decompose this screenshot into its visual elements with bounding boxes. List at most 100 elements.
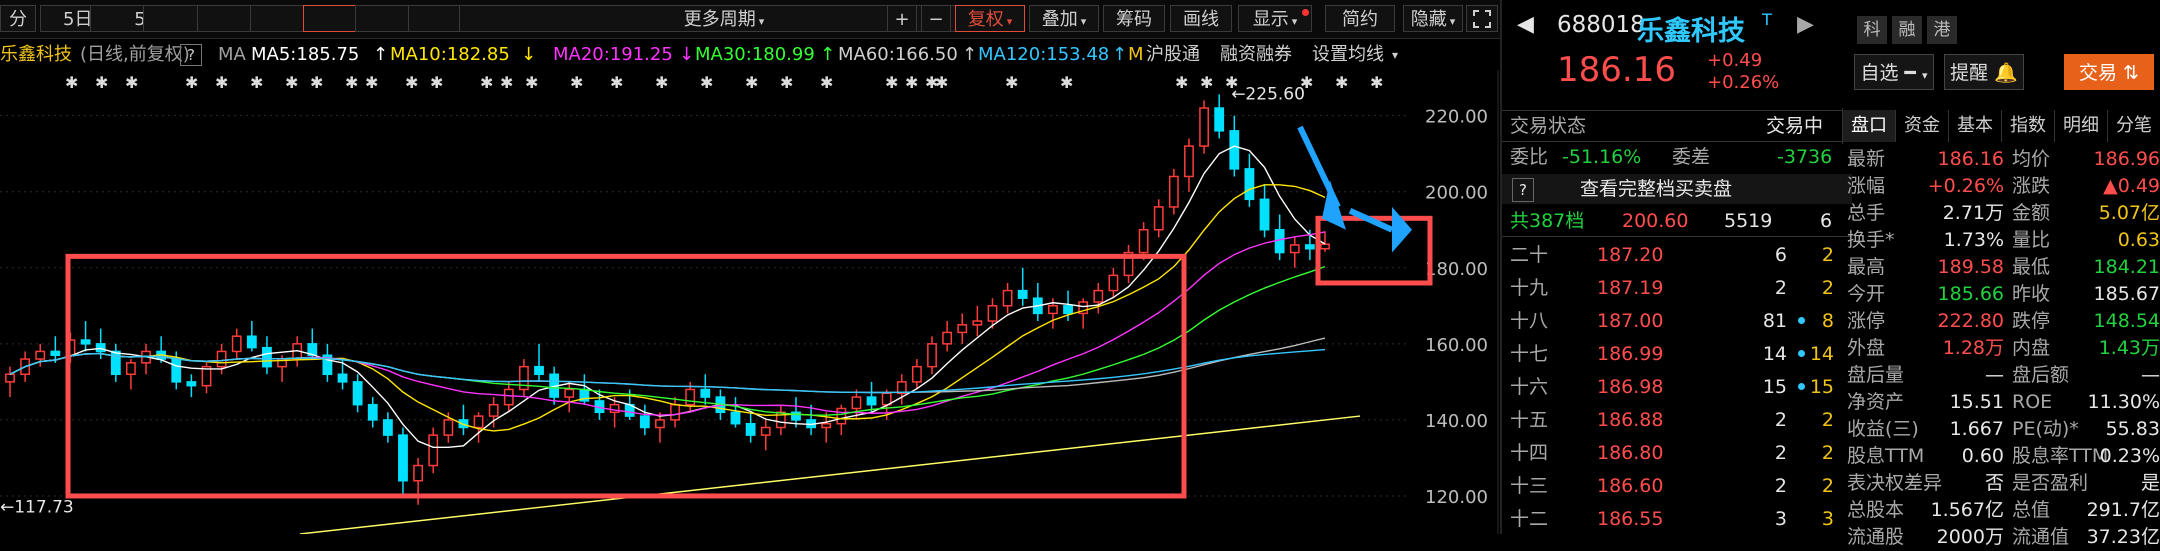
prev-stock-icon[interactable]: ◀ <box>1517 12 1534 37</box>
hgt-link[interactable]: 沪股通 <box>1146 40 1200 70</box>
candle <box>367 403 378 421</box>
tag-star-market[interactable]: 科 <box>1857 16 1887 44</box>
order-book-row[interactable]: 十五 186.88 2 2 <box>1502 405 1852 435</box>
order-summary-row: 共387档 200.60 5519 6 <box>1502 206 1852 237</box>
event-marker: ✱ <box>345 73 358 92</box>
candle <box>836 407 847 425</box>
candle <box>1304 244 1315 250</box>
high-annotation: ←225.60 <box>1231 84 1305 104</box>
candle <box>685 388 696 406</box>
y-tick-label: 180.00 <box>1425 259 1488 280</box>
candle <box>972 320 983 326</box>
event-marker: ✱ <box>1175 73 1188 92</box>
event-marker: ✱ <box>365 73 378 92</box>
tool-5-button[interactable]: 简约 <box>1325 5 1395 32</box>
ma30-value: MA30:180.99 <box>695 44 815 65</box>
event-marker: ✱ <box>610 73 623 92</box>
tab-2[interactable]: 基本 <box>1949 110 2002 142</box>
candle <box>1017 289 1028 299</box>
ma-settings-link[interactable]: 设置均线 <box>1312 40 1384 70</box>
event-marker: ✱ <box>905 73 918 92</box>
tool-1-button[interactable]: 叠加 ▾ <box>1029 5 1099 32</box>
order-book-row[interactable]: 十三 186.60 2 2 <box>1502 471 1852 501</box>
full-book-row[interactable]: ? 查看完整档买卖盘 <box>1502 174 1852 204</box>
event-marker: ✱ <box>700 73 713 92</box>
tab-5[interactable]: 分笔 <box>2108 110 2160 142</box>
candle <box>881 392 892 406</box>
candle <box>428 434 439 467</box>
candle <box>5 373 15 383</box>
ma120-value: MA120:153.48 <box>978 44 1110 65</box>
price-change: +0.49 <box>1707 50 1763 71</box>
arrow-up-icon: ↑ <box>962 44 978 65</box>
t-mark: T <box>1762 10 1772 29</box>
chevron-down-icon[interactable]: ▾ <box>1392 40 1398 70</box>
order-book-row[interactable]: 二十 187.20 6 2 <box>1502 240 1852 270</box>
tool-6-button[interactable]: 隐藏 ▾ <box>1403 5 1463 32</box>
y-tick-label: 140.00 <box>1425 411 1488 432</box>
watchlist-button[interactable]: 自选 ━ ▾ <box>1854 54 1934 90</box>
chevron-down-icon: ▾ <box>1449 15 1456 28</box>
candle <box>760 426 771 436</box>
chart-mode-label: (日线,前复权) <box>80 44 190 65</box>
order-book-row[interactable]: 十九 187.19 2 2 <box>1502 273 1852 303</box>
chevron-down-icon: ▾ <box>1291 15 1298 28</box>
order-book-row[interactable]: 十二 186.55 3 3 <box>1502 504 1852 534</box>
trade-button[interactable]: 交易 ⇅ <box>2064 54 2154 90</box>
period-0-button[interactable]: 分 <box>0 5 36 32</box>
alert-button[interactable]: 提醒 🔔 <box>1944 54 2024 90</box>
fullscreen-icon[interactable] <box>1466 5 1498 32</box>
tool-3-button[interactable]: 画线 <box>1170 5 1232 32</box>
event-marker: ✱ <box>1370 73 1383 92</box>
candle <box>1289 244 1300 254</box>
tab-0[interactable]: 盘口 <box>1843 110 1896 142</box>
zoom-out-button[interactable]: − <box>921 5 951 32</box>
margin-link[interactable]: 融资融券 <box>1220 40 1292 70</box>
bell-icon: 🔔 <box>1994 62 2018 84</box>
order-book-row[interactable]: 十四 186.80 2 2 <box>1502 438 1852 468</box>
order-book-row[interactable]: 十六 186.98 15 15 <box>1502 372 1852 402</box>
notify-dot <box>1302 9 1309 16</box>
ma10-value: MA10:182.85 <box>390 44 510 65</box>
order-ratio-row: 委比 -51.16% 委差 -3736 <box>1510 146 1833 168</box>
trade-status-row: 交易状态 交易中 <box>1502 110 1852 142</box>
tool-4-button[interactable]: 显示 ▾ <box>1238 5 1312 32</box>
quote-grid-row: 流通股 2000万 流通值 37.23亿 <box>1847 526 2160 548</box>
tab-1[interactable]: 资金 <box>1896 110 1949 142</box>
quote-grid-row: 股息TTM 0.60 股息率TTM 0.23% <box>1847 445 2160 467</box>
ma-label[interactable]: MA <box>218 40 246 70</box>
ma30-line <box>9 265 1326 416</box>
candle <box>639 415 650 429</box>
candle <box>942 331 953 345</box>
candle <box>534 365 544 376</box>
event-marker: ✱ <box>885 73 898 92</box>
kline-chart[interactable]: 220.00 200.00 180.00 160.00 140.00 120.00 ✱ ✱ ✱ ✱… <box>0 70 1500 534</box>
panel-tabs: 盘口 资金 基本 指数 明细 分笔 <box>1842 108 2160 144</box>
candle <box>1108 274 1119 292</box>
candle <box>1048 305 1058 315</box>
tab-3[interactable]: 指数 <box>2002 110 2055 142</box>
quote-grid-row: 最高 189.58 最低 184.21 <box>1847 256 2160 278</box>
tag-margin[interactable]: 融 <box>1892 16 1922 44</box>
y-tick-label: 220.00 <box>1425 107 1488 128</box>
candle <box>413 464 424 482</box>
candle <box>110 350 121 376</box>
price-change-pct: +0.26% <box>1707 72 1780 93</box>
candle <box>1199 107 1209 147</box>
event-marker: ✱ <box>1060 73 1073 92</box>
quote-grid-row: 涨停 222.80 跌停 148.54 <box>1847 310 2160 332</box>
arrow-down-icon: ↓ <box>521 44 537 65</box>
candle <box>927 343 937 368</box>
tab-4[interactable]: 明细 <box>2055 110 2108 142</box>
order-book-row[interactable]: 十八 187.00 81 8 <box>1502 306 1852 336</box>
help-icon[interactable]: ? <box>180 44 202 66</box>
quote-grid-row: 总股本 1.567亿 总值 291.7亿 <box>1847 499 2160 521</box>
tag-hk-connect[interactable]: 港 <box>1927 16 1957 44</box>
chevron-down-icon: ▾ <box>1080 15 1087 28</box>
order-book-row[interactable]: 十七 186.99 14 14 <box>1502 339 1852 369</box>
zoom-in-button[interactable]: + <box>887 5 917 32</box>
tool-0-button[interactable]: 复权 ▾ <box>955 5 1025 32</box>
tool-2-button[interactable]: 筹码 <box>1103 5 1165 32</box>
event-marker: ✱ <box>65 73 78 92</box>
next-stock-icon[interactable]: ▶ <box>1797 12 1814 37</box>
